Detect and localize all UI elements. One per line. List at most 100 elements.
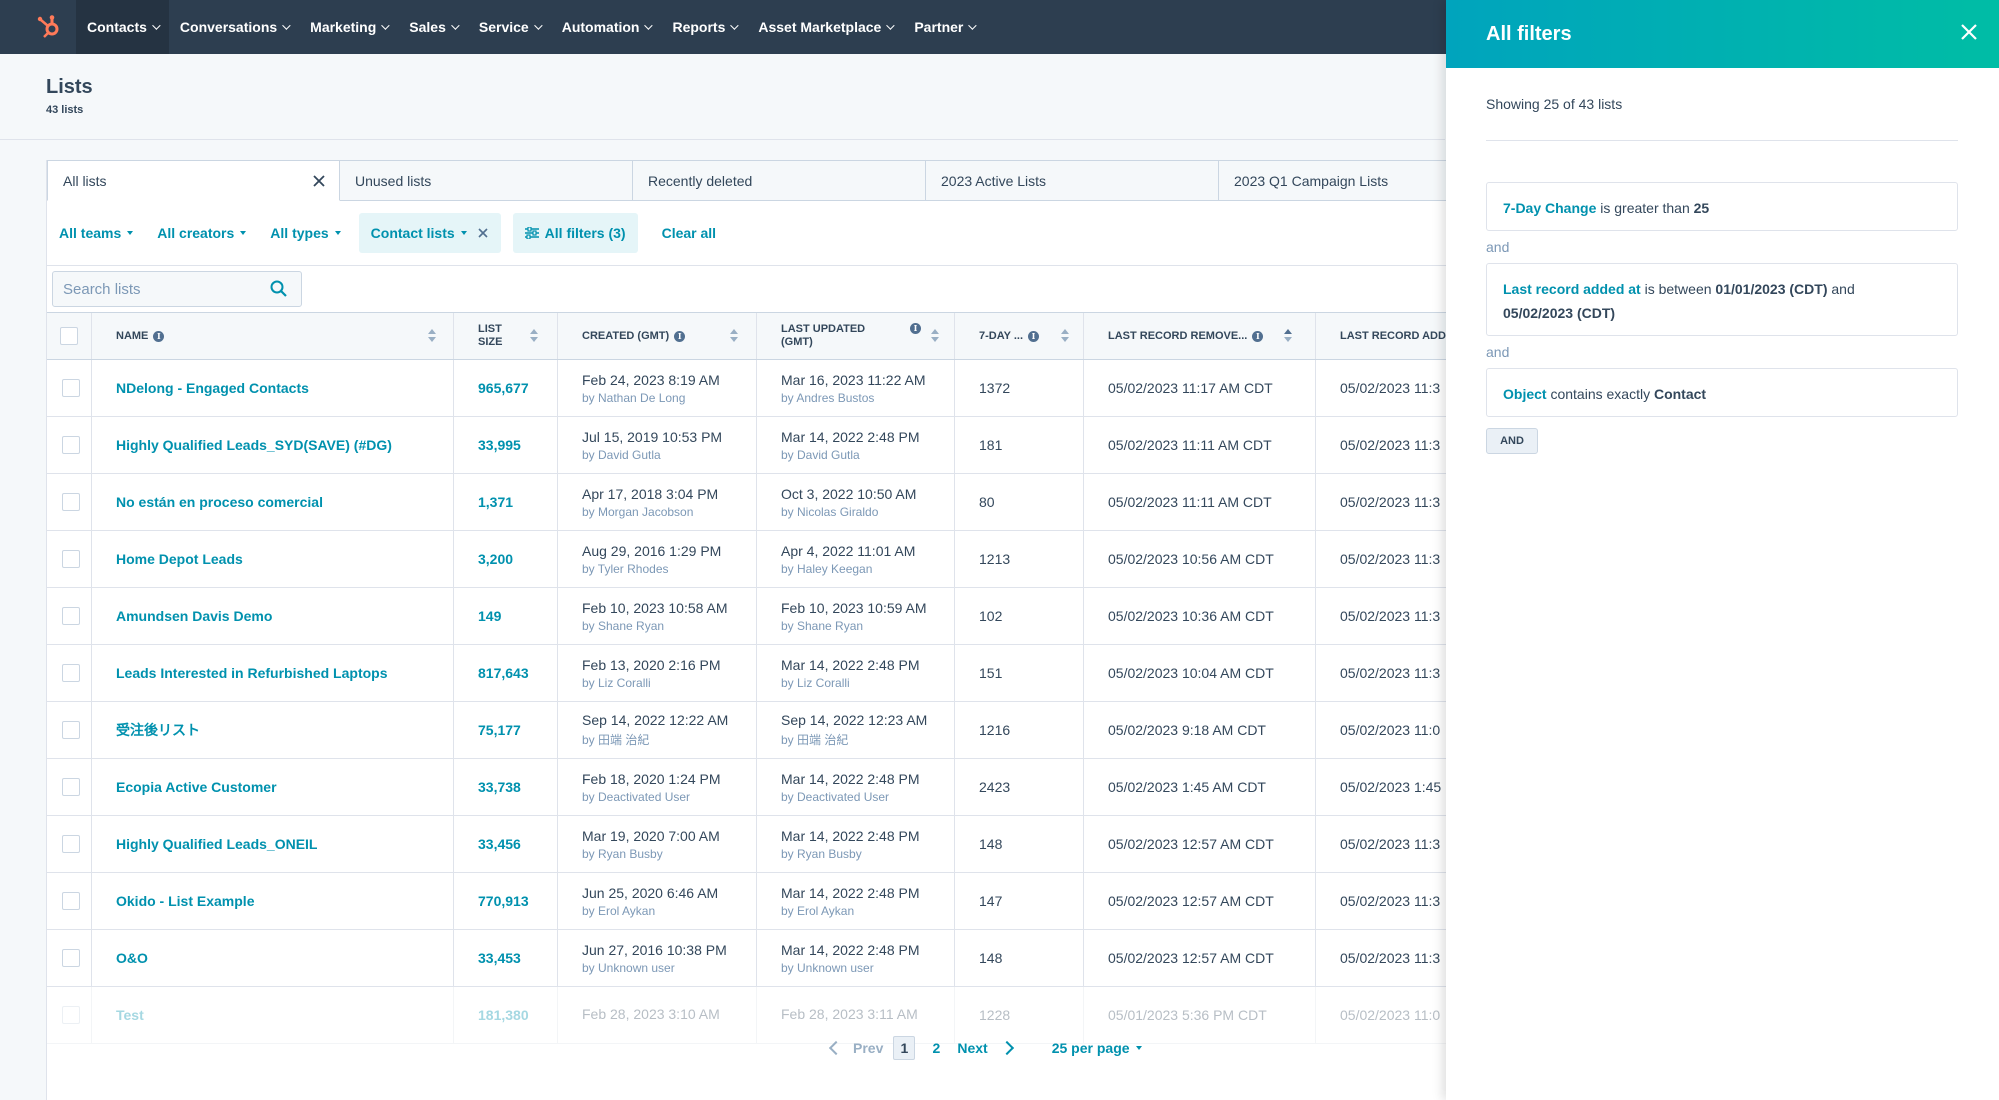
nav-conversations[interactable]: Conversations	[169, 0, 299, 54]
list-name-link[interactable]: Highly Qualified Leads_SYD(SAVE) (#DG)	[116, 437, 453, 453]
header-last-record-added[interactable]: Last Record Add	[1316, 313, 1447, 359]
nav-service[interactable]: Service	[468, 0, 551, 54]
row-checkbox[interactable]	[62, 550, 80, 568]
header-list-size[interactable]: List Size	[454, 313, 558, 359]
row-checkbox[interactable]	[62, 379, 80, 397]
select-all-checkbox[interactable]	[60, 327, 78, 345]
next-button[interactable]: Next	[957, 1040, 1014, 1056]
close-icon[interactable]	[311, 173, 327, 189]
info-icon[interactable]: i	[910, 323, 921, 334]
add-and-filter-button[interactable]: AND	[1486, 428, 1538, 454]
list-size-link[interactable]: 33,456	[478, 836, 557, 852]
nav-contacts[interactable]: Contacts	[76, 0, 169, 54]
filter-card-object[interactable]: Object contains exactly Contact	[1486, 368, 1958, 417]
tab-unused-lists[interactable]: Unused lists	[340, 160, 633, 201]
row-checkbox[interactable]	[62, 607, 80, 625]
table-row[interactable]: No están en proceso comercial 1,371 Apr 17…	[47, 474, 1447, 531]
list-name-link[interactable]: Amundsen Davis Demo	[116, 608, 453, 624]
sort-icon[interactable]	[730, 329, 738, 343]
nav-asset-marketplace[interactable]: Asset Marketplace	[747, 0, 903, 54]
sort-icon[interactable]	[428, 329, 436, 343]
clear-all-button[interactable]: Clear all	[650, 213, 728, 253]
table-row[interactable]: Home Depot Leads 3,200 Aug 29, 2016 1:29 P…	[47, 531, 1447, 588]
list-name-link[interactable]: O&O	[116, 950, 453, 966]
list-name-link[interactable]: NDelong - Engaged Contacts	[116, 380, 453, 396]
prev-button[interactable]: Prev	[828, 1040, 883, 1056]
tab-2023-active-lists[interactable]: 2023 Active Lists	[926, 160, 1219, 201]
list-name-link[interactable]: Ecopia Active Customer	[116, 779, 453, 795]
table-row[interactable]: O&O 33,453 Jun 27, 2016 10:38 PM by Unknown…	[47, 930, 1447, 987]
list-name-link[interactable]: 受注後リスト	[116, 720, 453, 740]
sort-icon[interactable]	[1284, 329, 1292, 343]
header-last-record-removed[interactable]: Last Record Remove... i	[1084, 313, 1316, 359]
table-row[interactable]: Okido - List Example 770,913 Jun 25, 2020 …	[47, 873, 1447, 930]
list-name-link[interactable]: Highly Qualified Leads_ONEIL	[116, 836, 453, 852]
info-icon[interactable]: i	[153, 330, 165, 342]
close-icon[interactable]	[1959, 22, 1979, 42]
filter-card-7-day-change[interactable]: 7-Day Change is greater than 25	[1486, 182, 1958, 231]
list-name-link[interactable]: Leads Interested in Refurbished Laptops	[116, 665, 453, 681]
search-input[interactable]	[53, 280, 269, 298]
row-checkbox[interactable]	[62, 835, 80, 853]
sort-icon[interactable]	[931, 329, 939, 343]
list-name-link[interactable]: Okido - List Example	[116, 893, 453, 909]
filter-types[interactable]: All types	[258, 213, 352, 253]
list-size-link[interactable]: 817,643	[478, 665, 557, 681]
list-size-link[interactable]: 33,453	[478, 950, 557, 966]
nav-partner[interactable]: Partner	[903, 0, 985, 54]
page-2-button[interactable]: 2	[925, 1036, 947, 1060]
info-icon[interactable]: i	[674, 330, 686, 342]
row-checkbox[interactable]	[62, 493, 80, 511]
list-size-link[interactable]: 770,913	[478, 893, 557, 909]
remove-filter-icon[interactable]	[477, 227, 489, 239]
sort-icon[interactable]	[1061, 329, 1069, 343]
nav-marketing[interactable]: Marketing	[299, 0, 398, 54]
list-name-link[interactable]: Test	[116, 1007, 453, 1023]
sort-icon[interactable]	[530, 329, 538, 343]
row-checkbox[interactable]	[62, 892, 80, 910]
nav-sales[interactable]: Sales	[398, 0, 468, 54]
search-icon[interactable]	[269, 279, 289, 299]
filter-teams[interactable]: All teams	[47, 213, 145, 253]
row-checkbox[interactable]	[62, 1006, 80, 1024]
all-filters-button[interactable]: All filters (3)	[512, 213, 638, 253]
list-name-link[interactable]: Home Depot Leads	[116, 551, 453, 567]
header-7-day-change[interactable]: 7-Day ... i	[955, 313, 1084, 359]
filter-creators[interactable]: All creators	[145, 213, 258, 253]
list-name-link[interactable]: No están en proceso comercial	[116, 494, 453, 510]
header-created[interactable]: Created (GMT) i	[558, 313, 757, 359]
row-checkbox[interactable]	[62, 778, 80, 796]
tab-recently-deleted[interactable]: Recently deleted	[633, 160, 926, 201]
row-checkbox[interactable]	[62, 721, 80, 739]
header-name[interactable]: Name i	[92, 313, 454, 359]
table-row[interactable]: Amundsen Davis Demo 149 Feb 10, 2023 10:58…	[47, 588, 1447, 645]
per-page-dropdown[interactable]: 25 per page	[1052, 1040, 1142, 1056]
row-checkbox[interactable]	[62, 664, 80, 682]
header-last-updated[interactable]: Last Updated (GMT) i	[757, 313, 955, 359]
table-row[interactable]: Test 181,380 Feb 28, 2023 3:10 AM Feb 28, 2…	[47, 987, 1447, 1044]
list-size-link[interactable]: 181,380	[478, 1007, 557, 1023]
table-row[interactable]: 受注後リスト 75,177 Sep 14, 2022 12:22 AM by 田端 治…	[47, 702, 1447, 759]
info-icon[interactable]: i	[1028, 330, 1040, 342]
list-size-link[interactable]: 33,738	[478, 779, 557, 795]
table-row[interactable]: NDelong - Engaged Contacts 965,677 Feb 24,…	[47, 360, 1447, 417]
row-checkbox[interactable]	[62, 436, 80, 454]
nav-reports[interactable]: Reports	[661, 0, 747, 54]
list-size-link[interactable]: 33,995	[478, 437, 557, 453]
list-size-link[interactable]: 965,677	[478, 380, 557, 396]
filter-contact-lists[interactable]: Contact lists	[358, 213, 501, 253]
table-row[interactable]: Highly Qualified Leads_SYD(SAVE) (#DG) 33…	[47, 417, 1447, 474]
list-size-link[interactable]: 1,371	[478, 494, 557, 510]
table-row[interactable]: Highly Qualified Leads_ONEIL 33,456 Mar 19…	[47, 816, 1447, 873]
info-icon[interactable]: i	[1252, 330, 1264, 342]
page-1-button[interactable]: 1	[893, 1036, 916, 1060]
table-row[interactable]: Ecopia Active Customer 33,738 Feb 18, 2020…	[47, 759, 1447, 816]
hubspot-logo-icon[interactable]	[22, 0, 76, 54]
row-checkbox[interactable]	[62, 949, 80, 967]
list-size-link[interactable]: 149	[478, 608, 557, 624]
filter-card-last-record-added[interactable]: Last record added at is between 01/01/20…	[1486, 263, 1958, 336]
list-size-link[interactable]: 3,200	[478, 551, 557, 567]
list-size-link[interactable]: 75,177	[478, 722, 557, 738]
nav-automation[interactable]: Automation	[551, 0, 662, 54]
table-row[interactable]: Leads Interested in Refurbished Laptops 8…	[47, 645, 1447, 702]
